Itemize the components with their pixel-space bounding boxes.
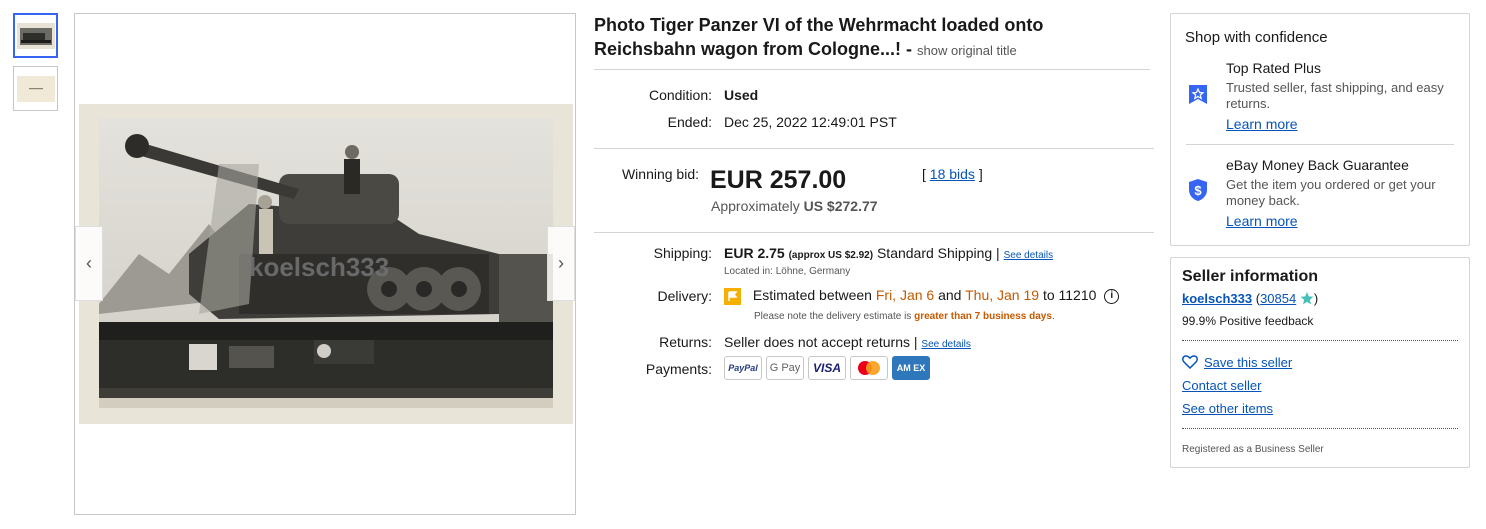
delivery-and: and	[938, 287, 962, 303]
divider	[594, 232, 1154, 233]
dotted-divider	[1182, 340, 1458, 341]
save-seller-link[interactable]: Save this seller	[1204, 355, 1292, 370]
delivery-note: Please note the delivery estimate is gre…	[754, 311, 1055, 322]
thumbnail-1-image	[16, 22, 55, 49]
delivery-prefix: Estimated between	[752, 287, 872, 303]
next-image-button[interactable]: ›	[547, 226, 575, 301]
thumbnail-1[interactable]	[13, 13, 58, 58]
approx-price: Approximately US $272.77	[711, 198, 878, 214]
prev-image-button[interactable]: ‹	[75, 226, 103, 301]
condition-label: Condition:	[648, 87, 712, 103]
seller-info-title: Seller information	[1182, 268, 1319, 285]
feedback-score-link[interactable]: 30854	[1260, 291, 1296, 306]
mastercard-icon	[850, 356, 888, 380]
bid-count: [ 18 bids ]	[922, 166, 983, 182]
winning-bid-value: EUR 257.00	[710, 166, 847, 194]
shipping-approx: (approx US $2.92)	[788, 250, 874, 261]
divider	[594, 69, 1150, 70]
main-image-viewer[interactable]: koelsch333 ‹ ›	[74, 13, 576, 515]
returns-label: Returns:	[659, 334, 712, 350]
seller-name-link[interactable]: koelsch333	[1182, 291, 1252, 306]
positive-feedback: 99.9% Positive feedback	[1182, 314, 1314, 328]
info-icon[interactable]: i	[1104, 288, 1120, 304]
delivery-to: Thu, Jan 19	[965, 287, 1040, 303]
located-in: Located in: Löhne, Germany	[724, 266, 851, 277]
shipping-method: Standard Shipping |	[876, 245, 1000, 261]
show-original-title-link[interactable]: show original title	[917, 43, 1017, 58]
paypal-icon: PayPal	[724, 356, 762, 380]
see-other-items-link[interactable]: See other items	[1182, 401, 1273, 416]
shipping-see-details-link[interactable]: See details	[1004, 250, 1053, 261]
winning-bid-label: Winning bid:	[621, 166, 699, 182]
confidence-title: Shop with confidence	[1185, 29, 1328, 46]
dotted-divider	[1182, 428, 1458, 429]
returns-value: Seller does not accept returns | See det…	[724, 334, 971, 350]
thumbnail-2[interactable]	[13, 66, 58, 111]
top-rated-plus-heading: Top Rated Plus	[1226, 60, 1321, 76]
svg-text:$: $	[1194, 183, 1202, 198]
feedback-close-paren: )	[1313, 291, 1319, 306]
top-rated-plus-desc: Trusted seller, fast shipping, and easy …	[1226, 80, 1444, 111]
divider	[1186, 144, 1454, 145]
delivery-flag-icon	[724, 287, 741, 305]
condition-value: Used	[724, 87, 759, 103]
visa-icon: VISA	[808, 356, 846, 380]
chevron-right-icon: ›	[558, 253, 564, 273]
money-back-heading: eBay Money Back Guarantee	[1226, 157, 1409, 173]
contact-seller-link[interactable]: Contact seller	[1182, 378, 1261, 393]
returns-see-details-link[interactable]: See details	[921, 339, 970, 350]
bids-close-bracket: ]	[978, 166, 983, 182]
save-seller-row[interactable]: Save this seller	[1182, 355, 1292, 372]
heart-icon	[1182, 355, 1198, 372]
ended-label: Ended:	[667, 114, 712, 130]
bids-open-bracket: [	[922, 166, 926, 182]
delivery-label: Delivery:	[657, 288, 712, 304]
dollar-shield-icon: $	[1189, 179, 1207, 201]
chevron-left-icon: ‹	[86, 253, 92, 273]
seller-information-panel: Seller information koelsch333 (30854 ) 9…	[1170, 257, 1470, 468]
money-back-learn-more-link[interactable]: Learn more	[1226, 213, 1298, 229]
ended-value: Dec 25, 2022 12:49:01 PST	[724, 114, 897, 130]
divider	[594, 148, 1154, 149]
delivery-estimate: Estimated between Fri, Jan 6 and Thu, Ja…	[724, 287, 1120, 305]
shipping-label: Shipping:	[653, 245, 712, 261]
approx-value: US $272.77	[803, 198, 878, 214]
shipping-value: EUR 2.75 (approx US $2.92) Standard Ship…	[724, 245, 1053, 261]
approx-prefix: Approximately	[711, 198, 800, 214]
tank-photo: koelsch333	[79, 104, 573, 424]
listing-title: Photo Tiger Panzer VI of the Wehrmacht l…	[594, 13, 1150, 63]
delivery-from: Fri, Jan 6	[875, 287, 935, 303]
star-rating-icon	[1300, 291, 1314, 308]
top-rated-learn-more-link[interactable]: Learn more	[1226, 116, 1298, 132]
photo-watermark: koelsch333	[249, 252, 389, 282]
shipping-price: EUR 2.75	[724, 245, 785, 261]
payments-label: Payments:	[645, 361, 712, 377]
google-pay-icon: G Pay	[766, 356, 804, 380]
delivery-note-suffix: .	[1051, 311, 1055, 322]
delivery-zip: to 11210	[1042, 287, 1097, 303]
seller-name-row: koelsch333 (30854 )	[1182, 291, 1318, 308]
amex-icon: AM EX	[892, 356, 930, 380]
bids-link[interactable]: 18 bids	[930, 166, 975, 182]
delivery-note-prefix: Please note the delivery estimate is	[754, 311, 912, 322]
shop-with-confidence-panel: Shop with confidence Top Rated Plus Trus…	[1170, 13, 1470, 246]
returns-text: Seller does not accept returns |	[724, 334, 918, 350]
star-badge-icon	[1189, 85, 1207, 104]
payment-methods: PayPal G Pay VISA AM EX	[724, 356, 930, 380]
registered-business-seller: Registered as a Business Seller	[1182, 444, 1324, 455]
delivery-note-highlight: greater than 7 business days	[914, 311, 1052, 322]
money-back-desc: Get the item you ordered or get your mon…	[1226, 177, 1436, 208]
thumbnail-2-image	[16, 75, 55, 102]
